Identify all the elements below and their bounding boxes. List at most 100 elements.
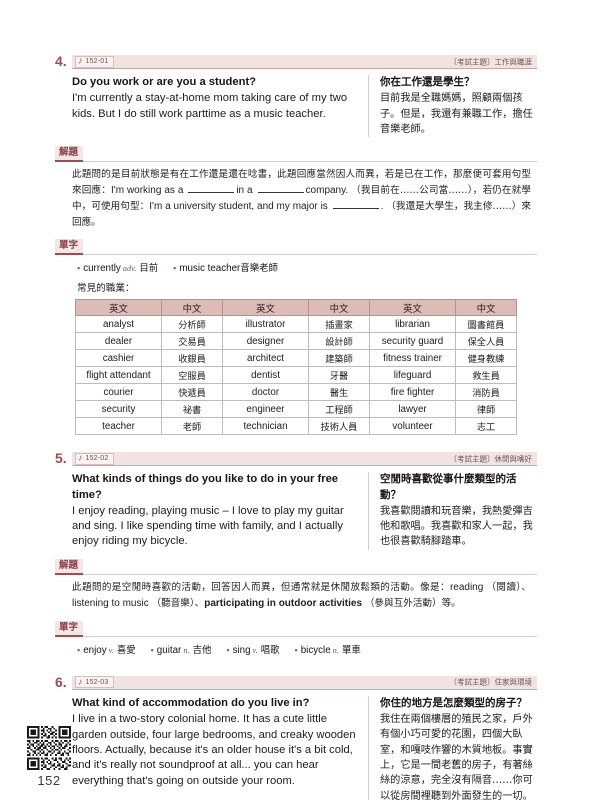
chinese-column-4: 你在工作還是學生？ 目前我是全職媽媽，照顧兩個孩子。但是，我還有兼職工作，擔任音… <box>368 75 537 138</box>
explanation-run: （聽音樂）、 <box>151 597 205 609</box>
bullet-icon: ▪ <box>150 644 154 655</box>
explanation-run: participating in outdoor activities <box>204 597 365 609</box>
vocabulary-translation: 吉他 <box>192 644 212 656</box>
question-text-en-4: Do you work or are you a student? <box>72 76 256 88</box>
vocabulary-word: currently <box>83 263 121 275</box>
occupation-en: fitness trainer <box>369 349 456 368</box>
vocabulary-item: ▪ guitar n. 吉他 <box>151 642 212 656</box>
page-root: 152 4. ♪ 152-01 〔考試主題〕工作與職涯 Do you work … <box>0 0 589 800</box>
answer-text-en-5: I enjoy reading, playing music – I love … <box>72 504 344 548</box>
explanation-run: I'm a university student, and my major i… <box>149 200 331 212</box>
answer-text-zh-6: 我住在兩個樓層的殖民之家，戶外有個小巧可愛的花園，四個大臥室，和嘎吱作響的木質地… <box>380 714 533 800</box>
question-number-4: 4. <box>55 53 67 69</box>
track-id-4: 152-01 <box>85 58 109 65</box>
occupations-column-header: 中文 <box>161 299 223 317</box>
vocabulary-translation: 單車 <box>341 644 361 656</box>
explanation-run: I'm working as a <box>111 184 187 196</box>
explanation-label-4: 解題 <box>55 146 84 162</box>
occupation-zh: 律師 <box>455 400 517 419</box>
vocabulary-pos: adv. <box>122 264 137 274</box>
explanation-body-4: 此題問的是目前狀態是有在工作還是還在唸書，此題回應當然因人而異，若是已在工作，那… <box>55 167 537 230</box>
occupation-zh: 快遞員 <box>161 383 223 402</box>
question-bar-4: ♪ 152-01 〔考試主題〕工作與職涯 <box>72 55 537 69</box>
occupation-zh: 空服員 <box>161 366 223 385</box>
occupation-zh: 收銀員 <box>161 349 223 368</box>
occupation-en: librarian <box>369 315 456 334</box>
fill-in-blank <box>257 184 304 193</box>
explanation-body-5: 此題問的是空閒時喜歡的活動，回答因人而異，但通常就是休閒放鬆類的活動。像是：re… <box>55 580 537 612</box>
audio-track-5[interactable]: ♪ 152-02 <box>75 452 114 465</box>
vocabulary-label-row-4: 單字 <box>55 239 537 256</box>
explanation-section-5: 解題 此題問的是空閒時喜歡的活動，回答因人而異，但通常就是休閒放鬆類的活動。像是… <box>55 558 537 612</box>
bullet-icon: ▪ <box>294 644 298 655</box>
vocabulary-pos: v. <box>252 645 258 655</box>
topic-tag-6: 〔考試主題〕住家與環境 <box>449 677 533 687</box>
occupations-column-header: 英文 <box>75 299 162 317</box>
question-header-4: 4. ♪ 152-01 〔考試主題〕工作與職涯 <box>55 52 537 69</box>
vocabulary-item: ▪ enjoy v. 喜愛 <box>77 642 136 656</box>
vocabulary-item: ▪ sing v. 唱歌 <box>226 642 279 656</box>
occupations-body: analyst 分析師 illustrator 插畫家 librarian 圖書館員 dea… <box>75 315 517 436</box>
occupation-en: security guard <box>369 332 456 351</box>
audio-track-4[interactable]: ♪ 152-01 <box>75 55 114 68</box>
occupation-zh: 消防員 <box>455 383 517 402</box>
english-column-4: Do you work or are you a student? I'm cu… <box>72 75 368 137</box>
vocabulary-rule-5 <box>83 635 537 637</box>
english-column-6: What kind of accommodation do you live i… <box>72 696 368 800</box>
explanation-rule-4 <box>83 160 537 162</box>
occupation-en: courier <box>75 383 162 402</box>
vocabulary-word: music teacher <box>179 263 241 275</box>
question-text-zh-5: 空閒時喜歡從事什麼類型的活動？ <box>380 473 517 501</box>
vocabulary-translation: 唱歌 <box>260 644 280 656</box>
occupation-zh: 志工 <box>455 417 517 436</box>
vocabulary-label-4: 單字 <box>55 239 84 256</box>
vocabulary-subnote-4: 常見的職業： <box>77 283 135 295</box>
vocabulary-translation: 目前 <box>139 263 159 275</box>
occupation-en: security <box>75 400 162 419</box>
occupation-en: flight attendant <box>75 366 162 385</box>
vocabulary-rule-4 <box>83 254 537 256</box>
bullet-icon: ▪ <box>77 644 81 655</box>
table-row: courier 快遞員 doctor 醫生 fire fighter 消防員 <box>75 383 517 402</box>
occupation-zh: 祕書 <box>161 400 223 419</box>
table-row: teacher 老師 technician 技術人員 volunteer 志工 <box>75 417 517 436</box>
occupations-column-header: 中文 <box>455 299 517 317</box>
vocabulary-word: enjoy <box>83 644 107 656</box>
occupation-zh: 分析師 <box>161 315 223 334</box>
vocabulary-label-row-5: 單字 <box>55 621 537 637</box>
occupation-zh: 工程師 <box>308 400 370 419</box>
table-row: cashier 收銀員 architect 建築師 fitness trainer 健身教… <box>75 349 517 368</box>
occupation-en: analyst <box>75 315 162 334</box>
vocabulary-word: sing <box>232 644 251 656</box>
music-note-icon: ♪ <box>78 676 83 687</box>
occupation-en: lifeguard <box>369 366 456 385</box>
english-column-5: What kinds of things do you like to do i… <box>72 472 368 550</box>
question-block-5: 5. ♪ 152-02 〔考試主題〕休閒與嗜好 What kinds of th… <box>55 449 537 656</box>
occupation-zh: 交易員 <box>161 332 223 351</box>
explanation-label-5: 解題 <box>55 558 84 575</box>
vocabulary-list-5: ▪ enjoy v. 喜愛 ▪ guitar n. 吉他 ▪ sing v. 唱歌 ▪ bicycle n.… <box>55 642 537 656</box>
vocabulary-word: guitar <box>156 644 182 656</box>
occupation-zh: 救生員 <box>455 366 517 385</box>
bullet-icon: ▪ <box>226 644 230 655</box>
music-note-icon: ♪ <box>78 452 83 463</box>
qa-columns-6: What kind of accommodation do you live i… <box>55 695 537 800</box>
qa-columns-5: What kinds of things do you like to do i… <box>55 472 537 550</box>
chinese-column-6: 你住的地方是怎麼類型的房子？ 我住在兩個樓層的殖民之家，戶外有個小巧可愛的花園，… <box>368 695 537 800</box>
occupations-column-header: 英文 <box>369 299 456 317</box>
vocabulary-pos: n. <box>332 645 339 655</box>
vocabulary-pos: n. <box>183 645 190 655</box>
explanation-section-4: 解題 此題問的是目前狀態是有在工作還是還在唸書，此題回應當然因人而異，若是已在工… <box>55 146 537 230</box>
audio-track-6[interactable]: ♪ 152-03 <box>75 676 114 689</box>
question-text-en-6: What kind of accommodation do you live i… <box>72 696 310 709</box>
vocabulary-item: ▪ bicycle n. 單車 <box>295 642 361 656</box>
question-bar-5: ♪ 152-02 〔考試主題〕休閒與嗜好 <box>72 452 537 467</box>
occupation-zh: 技術人員 <box>308 417 370 436</box>
answer-text-zh-5: 我喜歡閱讀和玩音樂，我熱愛彈吉他和歌唱。我喜歡和家人一起，我也很喜歡騎腳踏車。 <box>380 505 533 548</box>
explanation-run: （參與互外活動）等。 <box>364 597 461 609</box>
fill-in-blank <box>188 184 235 193</box>
occupations-column-header: 中文 <box>308 299 370 317</box>
explanation-run: company. <box>305 184 352 196</box>
vocabulary-word: bicycle <box>300 644 331 656</box>
occupations-column-header: 英文 <box>222 299 309 317</box>
